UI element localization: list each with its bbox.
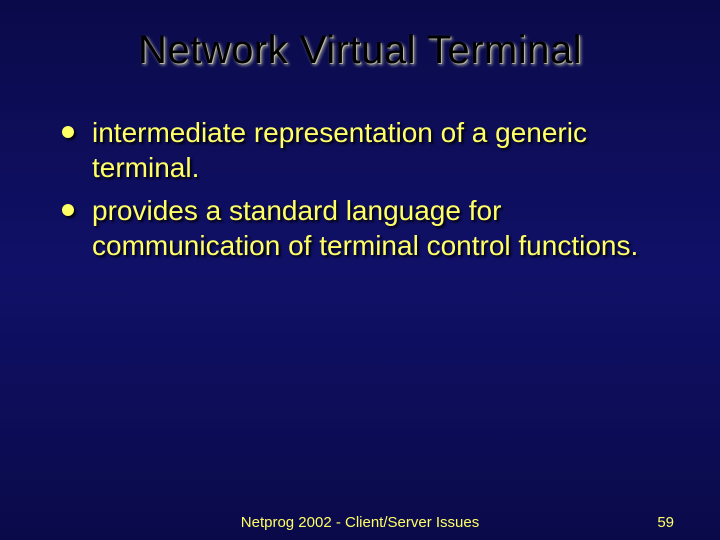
footer-text: Netprog 2002 - Client/Server Issues [241,514,479,531]
slide-title: Network Virtual Terminal [50,28,670,73]
page-number: 59 [657,514,674,531]
list-item: intermediate representation of a generic… [58,115,670,185]
bullet-list: intermediate representation of a generic… [50,115,670,263]
slide: Network Virtual Terminal intermediate re… [0,0,720,540]
list-item: provides a standard language for communi… [58,193,670,263]
